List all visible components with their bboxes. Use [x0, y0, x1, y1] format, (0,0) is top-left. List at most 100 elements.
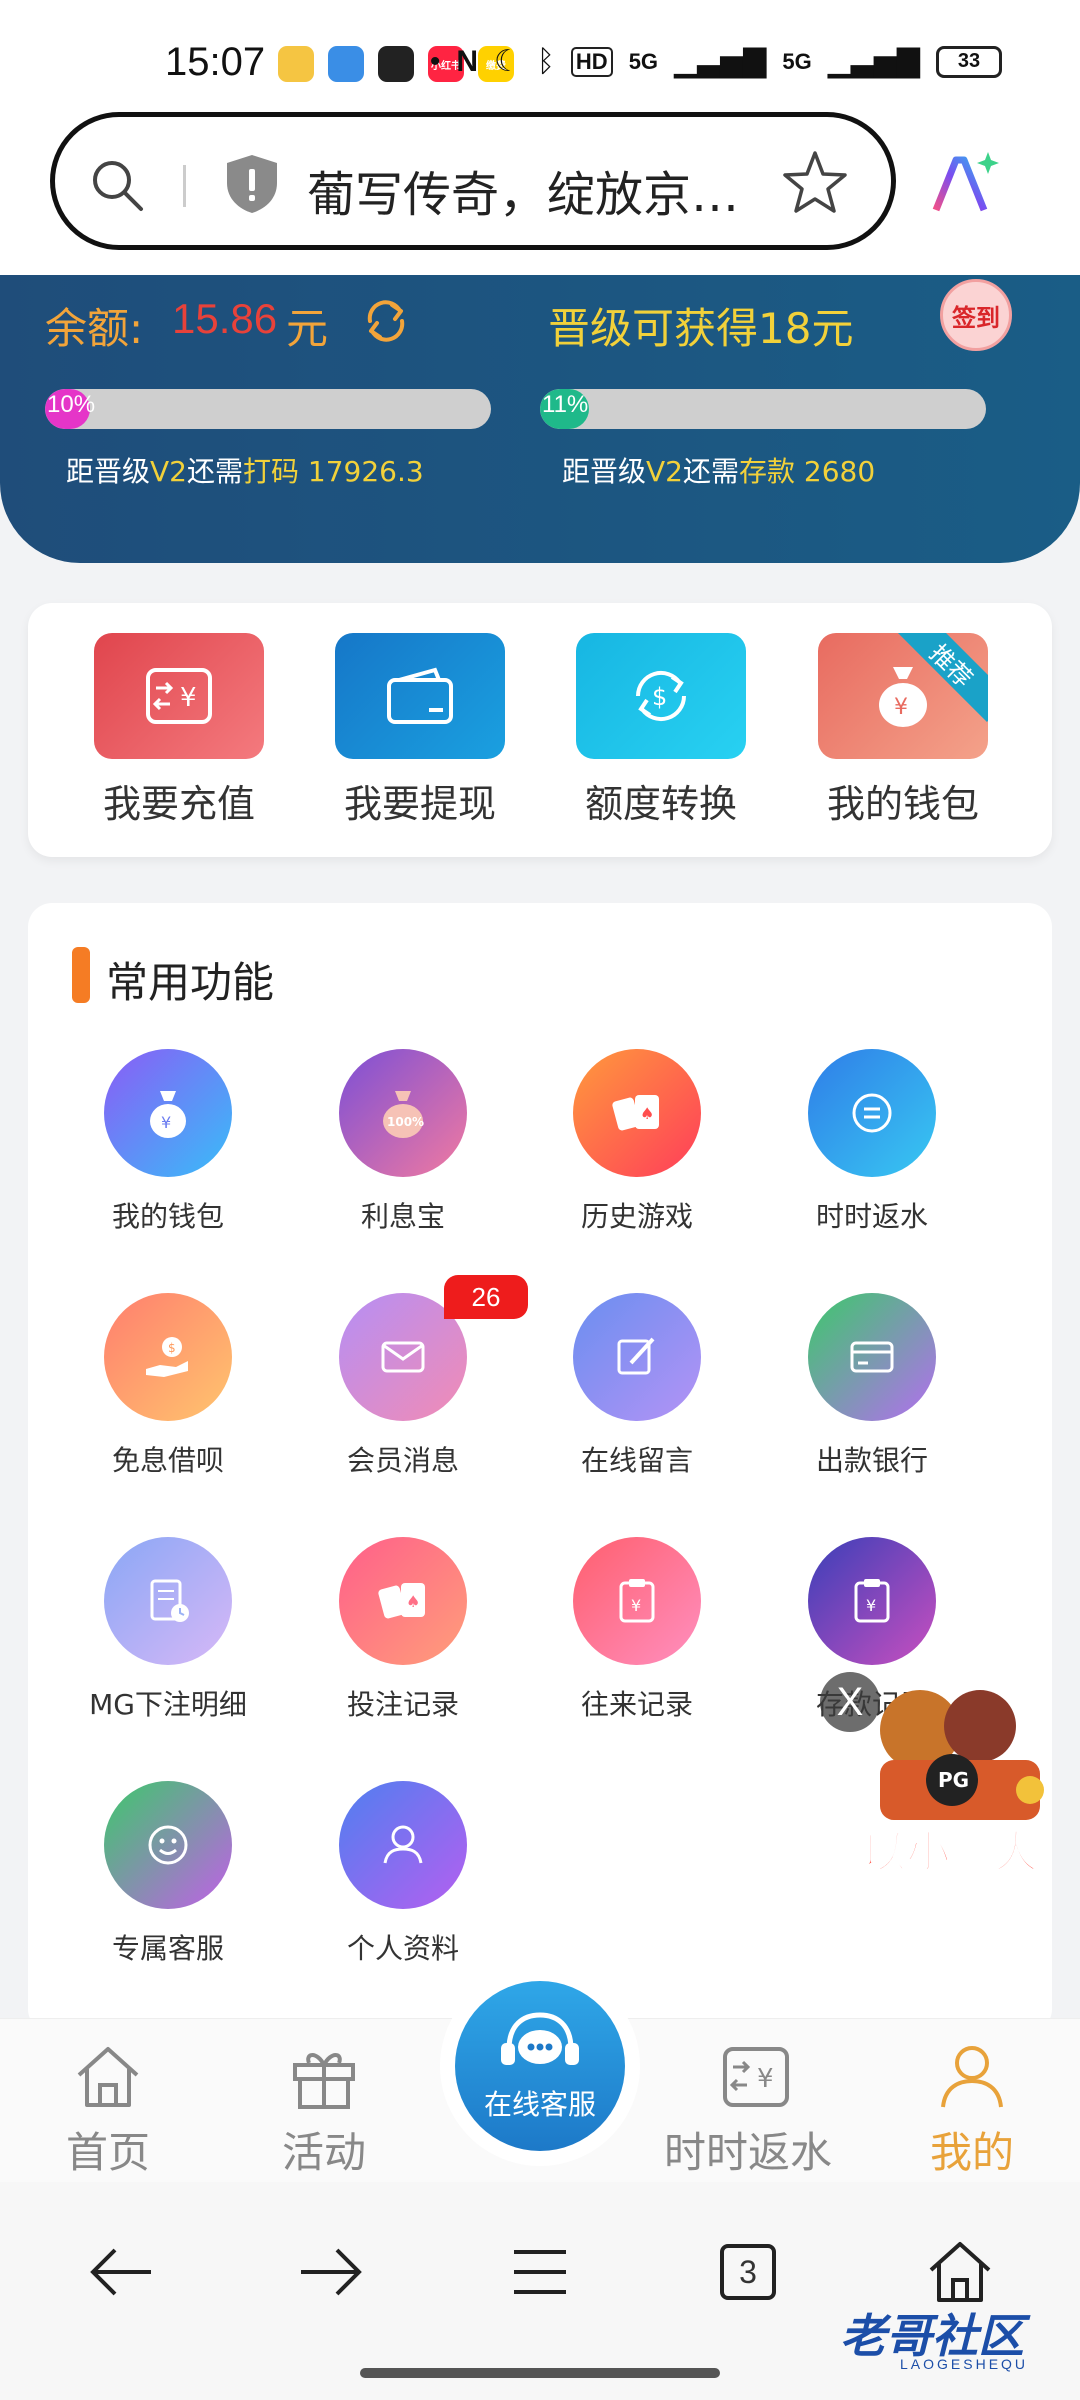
wallet-tile[interactable]: ¥ 推荐 — [818, 633, 988, 759]
promo-close-button[interactable]: X — [820, 1672, 880, 1732]
signal-5g-2: 5G — [782, 48, 812, 74]
note-level: V2 — [150, 455, 187, 488]
transfer-tile[interactable]: $ — [576, 633, 746, 759]
wallet-app-icon — [328, 46, 364, 82]
home-indicator[interactable] — [360, 2368, 720, 2378]
note-type: 打码 — [243, 455, 300, 488]
ai-assistant-icon[interactable] — [930, 148, 1000, 218]
function-label: 历史游戏 — [580, 1200, 693, 1233]
note-value: 2680 — [803, 455, 876, 488]
recharge-tile[interactable]: ¥ — [94, 633, 264, 759]
function-icon-circle[interactable]: ¥ — [808, 1537, 936, 1665]
user-icon — [941, 2046, 1003, 2108]
forward-button[interactable] — [290, 2232, 370, 2312]
svg-text:♠: ♠ — [640, 1104, 654, 1123]
nav-home[interactable]: 首页 — [28, 2041, 188, 2180]
account-header-panel: 余额: 15.86 元 晋级可获得18元 签到 10% 距晋级V2还需打码 17… — [0, 275, 1080, 563]
edit-icon — [617, 1337, 655, 1375]
function-label: 我的钱包 — [111, 1200, 224, 1233]
note-prefix: 距晋级 — [66, 455, 151, 488]
note-type: 存款 — [739, 455, 796, 488]
function-icon-circle[interactable]: 100% — [339, 1049, 467, 1177]
arrow-left-icon — [90, 2248, 151, 2296]
function-label: 免息借呗 — [111, 1444, 224, 1477]
back-button[interactable] — [82, 2232, 162, 2312]
function-item[interactable]: 时时返水 — [762, 1049, 982, 1235]
home-icon — [77, 2047, 139, 2107]
browser-address-area: 葡写传奇，绽放京… — [0, 110, 1080, 275]
function-label: 出款银行 — [815, 1444, 928, 1477]
function-icon-circle[interactable] — [104, 1537, 232, 1665]
function-label: 投注记录 — [346, 1688, 459, 1721]
function-item[interactable]: ♠ 投注记录 — [293, 1537, 513, 1723]
function-item[interactable]: 100% 利息宝 — [293, 1049, 513, 1235]
refresh-icon[interactable] — [360, 295, 412, 347]
upgrade-reward-text: 晋级可获得18元 — [548, 304, 854, 353]
signal-bars-icon-2: ▁▃▅▇ — [827, 45, 920, 78]
nav-rebate[interactable]: ¥ 时时返水 — [664, 2041, 836, 2180]
note-mid: 还需 — [682, 455, 739, 488]
nfc-icon: N — [456, 44, 478, 78]
service-face-icon — [148, 1825, 188, 1865]
function-icon-circle[interactable]: ♠ — [573, 1049, 701, 1177]
function-icon-circle[interactable] — [808, 1293, 936, 1421]
quick-action-withdraw[interactable]: 我要提现 — [335, 633, 505, 828]
svg-text:¥: ¥ — [161, 1113, 171, 1132]
weibo-icon — [278, 46, 314, 82]
function-icon-circle[interactable] — [104, 1781, 232, 1909]
document-clock-icon — [150, 1579, 189, 1622]
function-item[interactable]: 在线留言 — [527, 1293, 747, 1479]
function-item[interactable]: $ 免息借呗 — [58, 1293, 278, 1479]
sign-in-button[interactable]: 签到 — [940, 279, 1012, 351]
function-item[interactable]: MG下注明细 — [58, 1537, 278, 1723]
bookmark-star-icon[interactable] — [781, 149, 849, 217]
svg-text:$: $ — [652, 683, 667, 711]
clipboard-yen-icon: ¥ — [619, 1579, 655, 1623]
quick-action-recharge[interactable]: ¥ 我要充值 — [94, 633, 264, 828]
function-label: 利息宝 — [360, 1200, 445, 1233]
nav-mine[interactable]: 我的 — [892, 2041, 1052, 2180]
function-item[interactable]: ♠ 历史游戏 — [527, 1049, 747, 1235]
shield-icon[interactable] — [223, 153, 281, 215]
progress-bar-deposit: 11% — [540, 389, 986, 429]
search-icon[interactable] — [87, 155, 147, 215]
section-title: 常用功能 — [106, 958, 275, 1007]
function-label: MG下注明细 — [89, 1688, 247, 1721]
online-service-circle[interactable]: 在线客服 — [455, 1981, 625, 2151]
battery-indicator: 33 — [936, 45, 1002, 78]
function-item[interactable]: 专属客服 — [58, 1781, 278, 1967]
function-icon-circle[interactable]: ¥ — [573, 1537, 701, 1665]
bluetooth-icon: ᛒ — [536, 44, 555, 78]
function-icon-circle[interactable]: ♠ — [339, 1537, 467, 1665]
online-service-label: 在线客服 — [483, 2088, 596, 2121]
bank-card-icon — [850, 1341, 894, 1373]
function-icon-circle[interactable] — [339, 1781, 467, 1909]
clipboard-yen-icon: ¥ — [854, 1579, 890, 1623]
function-icon-circle[interactable] — [573, 1293, 701, 1421]
signal-5g-1: 5G — [628, 48, 659, 74]
function-item[interactable]: 会员消息 — [293, 1293, 513, 1479]
note-prefix: 距晋级 — [562, 455, 647, 488]
function-item[interactable]: 出款银行 — [762, 1293, 982, 1479]
promo-text[interactable]: 以小博大 — [861, 1816, 1039, 1880]
progress-note-deposit: 距晋级V2还需存款 2680 — [562, 450, 875, 490]
online-service-button[interactable]: 在线客服 — [440, 1966, 640, 2166]
withdraw-tile[interactable] — [335, 633, 505, 759]
address-bar[interactable]: 葡写传奇，绽放京… — [50, 112, 896, 250]
quick-action-wallet[interactable]: ¥ 推荐 我的钱包 — [818, 633, 988, 828]
address-text[interactable]: 葡写传奇，绽放京… — [307, 155, 739, 225]
svg-text:♠: ♠ — [406, 1592, 420, 1611]
menu-button[interactable] — [500, 2232, 580, 2312]
gift-icon — [293, 2053, 355, 2109]
function-icon-circle[interactable]: $ — [104, 1293, 232, 1421]
function-icon-circle[interactable]: ¥ — [104, 1049, 232, 1177]
function-item[interactable]: 个人资料 — [293, 1781, 513, 1967]
nav-activity[interactable]: 活动 — [244, 2041, 404, 2180]
quick-action-transfer[interactable]: $ 额度转换 — [576, 633, 746, 828]
tab-count: 3 — [720, 2244, 776, 2300]
tabs-button[interactable]: 3 — [708, 2232, 788, 2312]
function-item[interactable]: ¥ 我的钱包 — [58, 1049, 278, 1235]
nav-label-mine: 我的 — [929, 2128, 1014, 2177]
function-item[interactable]: ¥ 往来记录 — [527, 1537, 747, 1723]
function-icon-circle[interactable] — [808, 1049, 936, 1177]
